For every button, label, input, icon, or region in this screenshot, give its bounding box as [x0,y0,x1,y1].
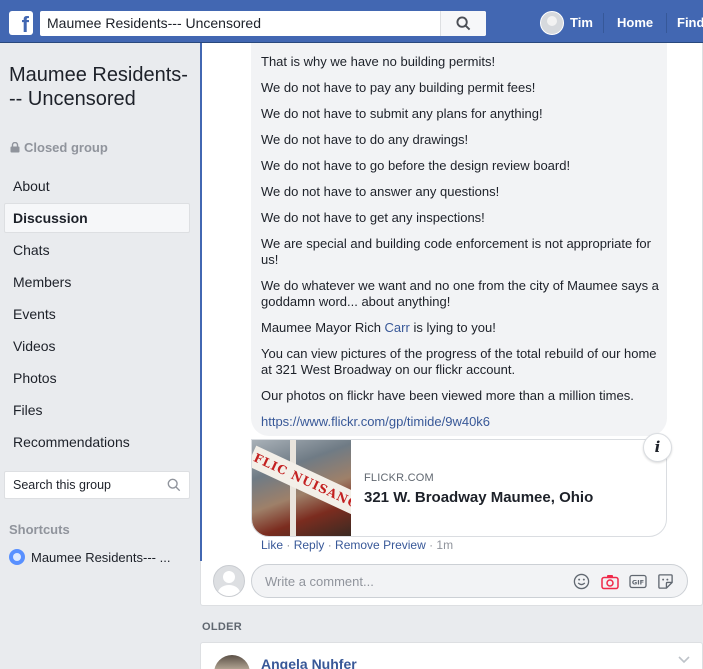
emoji-icon[interactable] [573,573,590,590]
flickr-link[interactable]: https://www.flickr.com/gp/timide/9w40k6 [261,414,490,429]
group-privacy: Closed group [10,140,108,155]
group-icon [9,549,25,565]
comment-line: We are special and building code enforce… [261,236,651,267]
global-search-input[interactable]: Maumee Residents--- Uncensored [47,15,261,31]
mention-link[interactable]: Carr [385,320,410,335]
sidebar-item-chats[interactable]: Chats [4,235,190,265]
action-separator: · [324,538,336,552]
profile-link[interactable]: Tim [570,15,593,30]
sidebar-item-recommendations[interactable]: Recommendations [4,427,190,457]
preview-title[interactable]: 321 W. Broadway Maumee, Ohio [364,489,593,506]
link-preview-card[interactable]: FLIC NUISANC FLICKR.COM 321 W. Broadway … [251,439,667,537]
sidebar-item-about[interactable]: About [4,171,190,201]
top-navigation-bar: f Maumee Residents--- Uncensored Tim Hom… [0,0,703,43]
comment-actions: Like · Reply · Remove Preview · 1m [261,538,453,552]
global-search-box[interactable]: Maumee Residents--- Uncensored [40,11,486,36]
preview-image[interactable]: FLIC NUISANC [252,440,351,536]
comment-line-mayor: Maumee Mayor Rich Carr is lying to you! [261,320,661,336]
sidebar-item-members[interactable]: Members [4,267,190,297]
comment-line: Our photos on flickr have been viewed mo… [261,388,634,403]
svg-text:GIF: GIF [632,579,644,587]
comment-input[interactable]: Write a comment... [265,574,374,589]
remove-preview-button[interactable]: Remove Preview [335,538,426,552]
nav-divider [603,13,604,33]
comment-timestamp[interactable]: 1m [436,538,453,552]
comment-line: We do not have to pay any building permi… [261,80,536,95]
preview-image-sign: FLIC NUISANC [252,445,351,517]
group-title[interactable]: Maumee Residents--- Uncensored [9,63,189,111]
comment-line: We do not have to answer any questions! [261,184,500,199]
comment-line: That is why we have no building permits! [261,54,496,69]
group-search-placeholder[interactable]: Search this group [13,478,111,492]
comment-line: We do not have to submit any plans for a… [261,106,543,121]
preview-domain: FLICKR.COM [364,472,434,484]
shortcut-label[interactable]: Maumee Residents--- ... [31,550,170,565]
sidebar-item-events[interactable]: Events [4,299,190,329]
sidebar-item-photos[interactable]: Photos [4,363,190,393]
comment-line: You can view pictures of the progress of… [261,346,657,377]
find-friends-link[interactable]: Find [677,15,703,30]
mayor-suffix: is lying to you! [409,320,496,335]
nav-divider [666,13,667,33]
group-privacy-label: Closed group [24,140,108,155]
sticker-icon[interactable] [657,573,674,590]
facebook-logo-icon[interactable]: f [9,11,33,35]
older-comments-label: OLDER [202,621,242,633]
comment-line: We do not have to do any drawings! [261,132,469,147]
author-name[interactable]: Angela Nuhfer [261,656,357,669]
action-separator: · [283,538,294,552]
comment-composer[interactable]: Write a comment... GIF [251,564,688,598]
home-link[interactable]: Home [617,15,653,30]
reply-button[interactable]: Reply [294,538,325,552]
search-button[interactable] [440,11,486,36]
search-icon[interactable] [167,478,181,492]
shortcuts-heading: Shortcuts [9,522,70,537]
gif-icon[interactable]: GIF [629,573,647,590]
mayor-prefix: Maumee Mayor Rich [261,320,385,335]
comment-link-line: https://www.flickr.com/gp/timide/9w40k6 [261,414,661,430]
group-search-field[interactable]: Search this group [4,471,190,499]
search-icon [456,16,471,31]
comment-line: We do not have to go before the design r… [261,158,571,173]
sidebar-item-files[interactable]: Files [4,395,190,425]
lock-icon [10,141,20,153]
chevron-down-icon[interactable] [677,655,691,665]
comment-line: We do whatever we want and no one from t… [261,278,659,309]
camera-icon[interactable] [601,573,619,590]
composer-avatar [213,565,245,597]
user-avatar[interactable] [540,11,564,35]
sidebar-item-videos[interactable]: Videos [4,331,190,361]
like-button[interactable]: Like [261,538,283,552]
info-icon[interactable]: i [643,433,672,462]
shortcut-item[interactable]: Maumee Residents--- ... [9,549,170,565]
sidebar-item-discussion[interactable]: Discussion [4,203,190,233]
action-separator: · [425,538,437,552]
comment-line: We do not have to get any inspections! [261,210,485,225]
new-comment-indicator [200,43,202,561]
